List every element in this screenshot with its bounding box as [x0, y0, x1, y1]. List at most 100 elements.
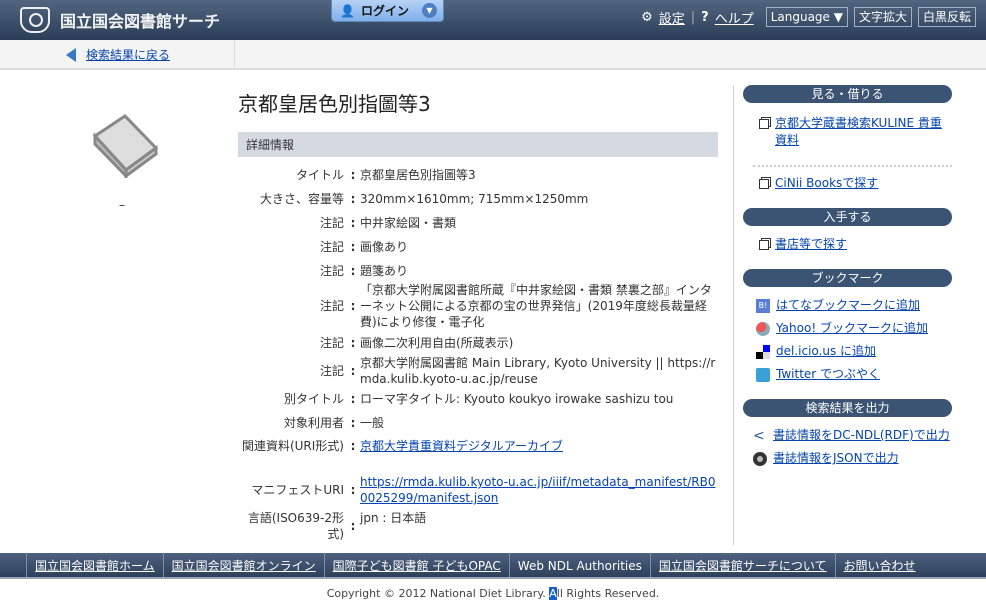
- detail-label: 別タイトル: [283, 392, 344, 406]
- footer-link[interactable]: 国立国会図書館サーチについて: [649, 553, 835, 577]
- site-logo[interactable]: 国立国会図書館サーチ: [20, 7, 220, 33]
- detail-row: 注記: 「京都大学附属図書館所蔵『中井家絵図・書類 禁裏之部』インターネット公開に…: [238, 282, 718, 330]
- delicious-icon: [756, 345, 770, 359]
- detail-label: 注記: [319, 336, 344, 350]
- footer-link[interactable]: 国立国会図書館ホーム: [26, 553, 163, 577]
- obtain-header: 入手する: [743, 208, 952, 226]
- detail-row: 注記: 中井家絵図・書類: [238, 215, 718, 231]
- yahoo-item[interactable]: Yahoo! ブックマークに追加: [743, 320, 952, 337]
- page-title: 京都皇居色別指圖等3: [238, 92, 431, 116]
- detail-row: 注記: 画像あり: [238, 239, 718, 255]
- bookstore-link[interactable]: 書店等で探す: [775, 236, 847, 253]
- detail-row: 注記: 京都大学附属図書館 Main Library, Kyoto Univers…: [238, 355, 718, 387]
- kuline-link[interactable]: 京都大学蔵書検索KULINE 貴重資料: [775, 115, 952, 149]
- view-borrow-header: 見る・借りる: [743, 85, 952, 103]
- detail-value: 画像二次利用自由(所蔵表示): [360, 336, 514, 350]
- copyright-text: Copyright © 2012 National Diet Library.: [326, 587, 550, 600]
- login-button[interactable]: 👤 ログイン ▼: [331, 0, 444, 22]
- detail-label: 言語(ISO639-2形式): [247, 511, 344, 541]
- delicious-item[interactable]: del.icio.us に追加: [743, 343, 952, 360]
- delicious-link[interactable]: del.icio.us に追加: [776, 343, 876, 360]
- back-to-results[interactable]: 検索結果に戻る: [66, 46, 170, 63]
- sub-navigation: 検索結果に戻る: [0, 40, 986, 70]
- detail-row: マニフェストURI: https://rmda.kulib.kyoto-u.ac.…: [238, 474, 718, 506]
- detail-label: マニフェストURI: [251, 483, 344, 497]
- cinii-link[interactable]: CiNii Booksで探す: [775, 175, 878, 192]
- detail-row: 注記: 題箋あり: [238, 263, 718, 279]
- bookstore-item[interactable]: 書店等で探す: [743, 236, 952, 253]
- hatena-icon: B!: [756, 299, 770, 313]
- export-header: 検索結果を出力: [743, 399, 952, 417]
- separator: |: [690, 9, 696, 25]
- copyright-text-end: ll Rights Reserved.: [556, 587, 660, 600]
- bookmark-header: ブックマーク: [743, 269, 952, 287]
- detail-link[interactable]: 京都大学貴重資料デジタルアーカイブ: [360, 439, 563, 453]
- login-label: ログイン: [360, 4, 409, 18]
- twitter-link[interactable]: Twitter でつぶやく: [776, 366, 880, 383]
- chevron-down-icon: ▼: [422, 3, 437, 18]
- hatena-link[interactable]: はてなブックマークに追加: [776, 297, 920, 314]
- colon: :: [350, 336, 356, 350]
- detail-label: 注記: [319, 264, 344, 278]
- footer-link[interactable]: お問い合わせ: [834, 553, 924, 577]
- kuline-item[interactable]: 京都大学蔵書検索KULINE 貴重資料: [743, 115, 952, 149]
- external-link-icon: [759, 179, 769, 189]
- site-name: 国立国会図書館サーチ: [60, 12, 221, 31]
- share-icon: <: [753, 428, 765, 444]
- detail-value: 320mm×1610mm; 715mm×1250mm: [360, 192, 589, 206]
- detail-value: 京都大学附属図書館 Main Library, Kyoto University…: [360, 356, 716, 386]
- detail-value: 画像あり: [360, 240, 409, 254]
- hatena-item[interactable]: B! はてなブックマークに追加: [743, 297, 952, 314]
- user-icon: 👤: [340, 3, 355, 18]
- font-size-button[interactable]: 文字拡大: [853, 7, 912, 27]
- footer-link[interactable]: Web NDL Authorities: [508, 553, 650, 577]
- colon: :: [350, 168, 356, 182]
- detail-label: 注記: [319, 364, 344, 378]
- detail-row: 別タイトル: ローマ字タイトル: Kyouto koukyo irowake sa…: [238, 391, 718, 407]
- detail-value: 中井家絵図・書類: [360, 216, 457, 230]
- book-icon: [92, 114, 159, 178]
- colon: :: [350, 264, 356, 278]
- detail-link[interactable]: https://rmda.kulib.kyoto-u.ac.jp/iiif/me…: [360, 475, 715, 505]
- detail-row: 注記: 画像二次利用自由(所蔵表示): [238, 335, 718, 351]
- header: 国立国会図書館サーチ 👤 ログイン ▼ ⚙ 設定 | ? ヘルプ Languag…: [0, 0, 986, 40]
- detail-label: 注記: [319, 240, 344, 254]
- invert-colors-button[interactable]: 白黒反転: [917, 7, 976, 27]
- colon: :: [350, 519, 356, 533]
- copyright: Copyright © 2012 National Diet Library. …: [0, 587, 986, 600]
- twitter-icon: [756, 368, 770, 382]
- details-header: 詳細情報: [238, 132, 718, 157]
- detail-row: 言語(ISO639-2形式): jpn : 日本語: [238, 510, 718, 542]
- colon: :: [350, 299, 356, 313]
- detail-label: 注記: [319, 299, 344, 313]
- cinii-item[interactable]: CiNii Booksで探す: [743, 175, 952, 192]
- settings-link[interactable]: 設定: [659, 8, 685, 27]
- colon: :: [350, 192, 356, 206]
- back-link[interactable]: 検索結果に戻る: [86, 46, 170, 63]
- json-export-item[interactable]: 書誌情報をJSONで出力: [743, 450, 952, 467]
- detail-value: 題箋あり: [360, 264, 409, 278]
- json-export-link[interactable]: 書誌情報をJSONで出力: [773, 450, 899, 467]
- help-link[interactable]: ヘルプ: [715, 8, 754, 27]
- footer-link[interactable]: 国際子ども図書館 子どもOPAC: [323, 553, 509, 577]
- twitter-item[interactable]: Twitter でつぶやく: [743, 366, 952, 383]
- language-select[interactable]: Language ▼: [765, 7, 848, 27]
- rdf-export-item[interactable]: < 書誌情報をDC-NDL(RDF)で出力: [743, 427, 952, 444]
- colon: :: [350, 483, 356, 497]
- detail-value: 「京都大学附属図書館所蔵『中井家絵図・書類 禁裏之部』インターネット公開による京…: [360, 283, 712, 329]
- detail-value: jpn : 日本語: [360, 511, 427, 525]
- detail-row: 大きさ、容量等:320mm×1610mm; 715mm×1250mm: [238, 191, 718, 207]
- yahoo-icon: [756, 322, 770, 336]
- copyright-selected: A: [549, 587, 557, 600]
- detail-value: 京都皇居色別指圖等3: [360, 168, 476, 182]
- detail-label: 関連資料(URI形式): [241, 439, 344, 453]
- colon: :: [350, 240, 356, 254]
- rdf-export-link[interactable]: 書誌情報をDC-NDL(RDF)で出力: [773, 427, 950, 444]
- detail-label: 対象利用者: [283, 416, 344, 430]
- back-arrow-icon: [66, 47, 76, 62]
- detail-label: 大きさ、容量等: [259, 192, 344, 206]
- json-icon: [753, 452, 767, 466]
- footer-link[interactable]: 国立国会図書館オンライン: [162, 553, 324, 577]
- yahoo-link[interactable]: Yahoo! ブックマークに追加: [776, 320, 928, 337]
- colon: :: [350, 216, 356, 230]
